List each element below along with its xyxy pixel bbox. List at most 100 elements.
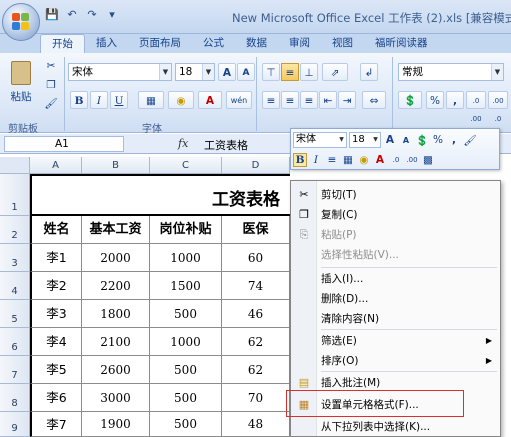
tab-7[interactable]: 福昕阅读器 bbox=[364, 34, 439, 54]
mini-italic-button[interactable]: I bbox=[309, 154, 323, 166]
phonetic-button[interactable]: wén bbox=[226, 91, 252, 109]
accounting-format-icon[interactable]: 💲 bbox=[398, 91, 422, 109]
mini-merge-icon[interactable]: ▩ bbox=[421, 154, 435, 166]
orientation-icon[interactable]: ⇗ bbox=[322, 63, 348, 81]
table-cell[interactable]: 1000 bbox=[150, 328, 222, 356]
table-cell[interactable]: 2000 bbox=[82, 244, 150, 272]
cut-icon[interactable]: ✂ bbox=[42, 57, 60, 75]
comma-button[interactable]: , bbox=[446, 91, 464, 109]
copy-icon[interactable]: ❐ bbox=[42, 76, 60, 94]
column-header[interactable]: C bbox=[150, 157, 222, 174]
table-cell[interactable]: 1900 bbox=[82, 412, 150, 437]
mini-comma-button[interactable]: , bbox=[447, 134, 461, 146]
row-header[interactable]: 4 bbox=[0, 272, 30, 300]
table-cell[interactable]: 1000 bbox=[150, 244, 222, 272]
mini-percent-button[interactable]: % bbox=[431, 134, 445, 146]
table-header-cell[interactable]: 医保 bbox=[222, 216, 290, 244]
table-cell[interactable]: 500 bbox=[150, 384, 222, 412]
table-cell[interactable]: 62 bbox=[222, 328, 290, 356]
mini-font-name-combo[interactable]: 宋体 ▼ bbox=[293, 132, 347, 148]
context-menu-item[interactable]: ✂ 剪切(T) bbox=[291, 185, 500, 205]
mini-format-painter-icon[interactable]: 🖌 bbox=[463, 134, 477, 147]
row-header[interactable]: 1 bbox=[0, 174, 30, 216]
align-right-icon[interactable]: ≡ bbox=[300, 91, 318, 109]
table-cell[interactable]: 70 bbox=[222, 384, 290, 412]
align-left-icon[interactable]: ≡ bbox=[262, 91, 280, 109]
wrap-text-icon[interactable]: ↲ bbox=[360, 63, 378, 81]
mini-font-size-combo[interactable]: 18 ▼ bbox=[349, 132, 381, 148]
context-menu-item[interactable]: 排序(O) ▶ bbox=[291, 351, 500, 371]
font-name-combo[interactable]: 宋体 ▼ bbox=[68, 63, 172, 81]
table-cell[interactable]: 李7 bbox=[30, 412, 82, 437]
merge-center-icon[interactable]: ⇔ bbox=[362, 91, 386, 109]
mini-bold-button[interactable]: B bbox=[293, 153, 307, 167]
undo-icon[interactable]: ↶ bbox=[64, 8, 80, 22]
font-size-combo[interactable]: 18 ▼ bbox=[175, 63, 215, 81]
row-header[interactable]: 5 bbox=[0, 300, 30, 328]
increase-decimal-button[interactable]: .0 .00 bbox=[466, 91, 486, 123]
context-menu-item[interactable]: ⎘ 粘贴(P) bbox=[291, 225, 500, 245]
underline-button[interactable]: U bbox=[110, 91, 128, 109]
align-middle-icon[interactable]: ≡ bbox=[281, 63, 299, 81]
tab-5[interactable]: 审阅 bbox=[278, 34, 321, 54]
shrink-font-button[interactable]: A bbox=[237, 63, 255, 81]
table-cell[interactable]: 1800 bbox=[82, 300, 150, 328]
select-all-corner[interactable] bbox=[0, 157, 30, 174]
tab-3[interactable]: 公式 bbox=[192, 34, 235, 54]
save-icon[interactable]: 💾 bbox=[44, 8, 60, 22]
decrease-decimal-button[interactable]: .00 .0 bbox=[488, 91, 508, 123]
table-cell[interactable]: 48 bbox=[222, 412, 290, 437]
context-menu-item[interactable]: 清除内容(N) bbox=[291, 309, 500, 329]
table-cell[interactable]: 李1 bbox=[30, 244, 82, 272]
redo-icon[interactable]: ↷ bbox=[84, 8, 100, 22]
table-cell[interactable]: 2600 bbox=[82, 356, 150, 384]
mini-align-button[interactable]: ≡ bbox=[325, 154, 339, 166]
table-cell[interactable]: 500 bbox=[150, 356, 222, 384]
table-cell[interactable]: 李6 bbox=[30, 384, 82, 412]
tab-6[interactable]: 视图 bbox=[321, 34, 364, 54]
decrease-indent-icon[interactable]: ⇤ bbox=[319, 91, 337, 109]
context-menu-item[interactable]: ❐ 复制(C) bbox=[291, 205, 500, 225]
mini-font-color-button[interactable]: A bbox=[373, 154, 387, 166]
insert-function-button[interactable]: fx bbox=[178, 137, 188, 150]
title-cell[interactable]: 工资表格 bbox=[30, 174, 290, 216]
table-cell[interactable]: 2200 bbox=[82, 272, 150, 300]
paste-button[interactable]: 粘贴 bbox=[6, 59, 36, 107]
mini-decrease-decimal-button[interactable]: .00 bbox=[405, 156, 419, 164]
table-cell[interactable]: 2100 bbox=[82, 328, 150, 356]
customize-qat-icon[interactable]: ▾ bbox=[104, 8, 120, 22]
context-menu-item[interactable]: 选择性粘贴(V)... bbox=[291, 245, 500, 265]
column-header[interactable]: B bbox=[82, 157, 150, 174]
tab-4[interactable]: 数据 bbox=[235, 34, 278, 54]
percent-button[interactable]: % bbox=[426, 91, 444, 109]
mini-grow-font-button[interactable]: A bbox=[383, 134, 397, 146]
formula-value[interactable]: 工资表格 bbox=[204, 137, 248, 153]
row-header[interactable]: 7 bbox=[0, 356, 30, 384]
table-cell[interactable]: 1500 bbox=[150, 272, 222, 300]
column-header[interactable]: D bbox=[222, 157, 290, 174]
column-header[interactable]: A bbox=[30, 157, 82, 174]
fill-color-icon[interactable]: ◉ bbox=[168, 91, 194, 109]
table-cell[interactable]: 62 bbox=[222, 356, 290, 384]
table-cell[interactable]: 李4 bbox=[30, 328, 82, 356]
mini-fill-color-icon[interactable]: ◉ bbox=[357, 154, 371, 166]
context-menu-item[interactable]: 插入(I)... bbox=[291, 269, 500, 289]
row-header[interactable]: 3 bbox=[0, 244, 30, 272]
table-header-cell[interactable]: 姓名 bbox=[30, 216, 82, 244]
number-format-combo[interactable]: 常规 ▼ bbox=[398, 63, 504, 81]
name-box[interactable]: A1 bbox=[4, 136, 124, 152]
table-cell[interactable]: 500 bbox=[150, 300, 222, 328]
table-header-cell[interactable]: 岗位补贴 bbox=[150, 216, 222, 244]
office-button[interactable] bbox=[2, 3, 40, 41]
mini-accounting-icon[interactable]: 💲 bbox=[415, 134, 429, 147]
row-header[interactable]: 2 bbox=[0, 216, 30, 244]
table-cell[interactable]: 李3 bbox=[30, 300, 82, 328]
format-painter-icon[interactable]: 🖌 bbox=[42, 95, 60, 113]
row-header[interactable]: 6 bbox=[0, 328, 30, 356]
align-top-icon[interactable]: ⊤ bbox=[262, 63, 280, 81]
mini-increase-decimal-button[interactable]: .0 bbox=[389, 156, 403, 164]
tab-0[interactable]: 开始 bbox=[40, 34, 85, 54]
align-center-icon[interactable]: ≡ bbox=[281, 91, 299, 109]
mini-borders-icon[interactable]: ▦ bbox=[341, 154, 355, 166]
context-menu-item[interactable]: 删除(D)... bbox=[291, 289, 500, 309]
